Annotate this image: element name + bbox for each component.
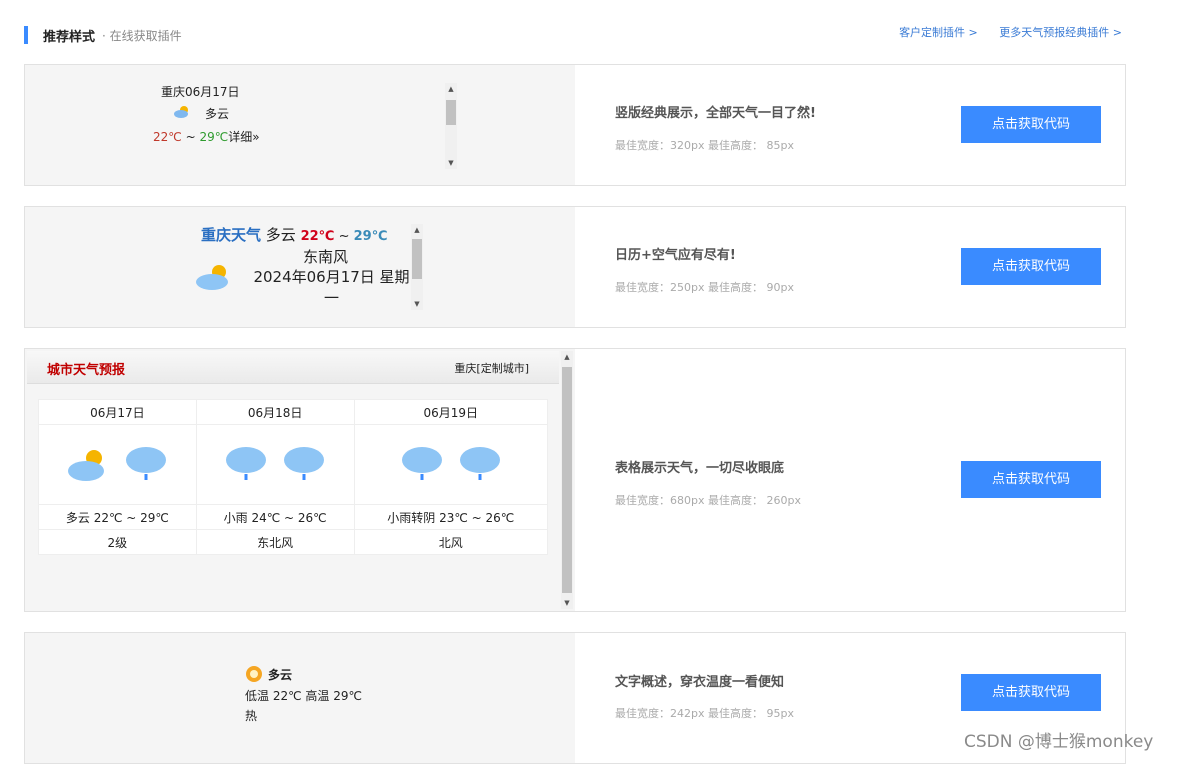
- widget-city-date: 重庆06月17日: [161, 85, 240, 99]
- rain-cloud-icon: [226, 447, 267, 480]
- forecast-desc: 多云 22℃ ~ 29℃: [38, 504, 197, 530]
- forecast-icons: [195, 424, 355, 505]
- widget-weather: 多云: [265, 226, 296, 244]
- plugin-title: 竖版经典展示，全部天气一目了然!: [615, 106, 816, 121]
- scroll-down-arrow[interactable]: ▼: [561, 597, 573, 609]
- watermark: CSDN @博士猴monkey: [964, 732, 1154, 752]
- forecast-wind: 2级: [38, 529, 197, 555]
- widget-date: 2024年06月17日 星期一: [253, 268, 410, 307]
- temp-separator: ~: [334, 229, 354, 244]
- section-header: 推荐样式 · 在线获取插件 客户定制插件 > 更多天气预报经典插件 >: [24, 24, 1134, 46]
- plugin-title: 日历+空气应有尽有!: [615, 248, 736, 263]
- scroll-thumb[interactable]: [412, 239, 422, 279]
- plugin-preview: 多云 低温 22℃ 高温 29℃ 热: [25, 633, 575, 763]
- forecast-desc: 小雨转阴 23℃ ~ 26℃: [353, 504, 548, 530]
- rain-cloud-icon: [284, 447, 325, 480]
- low-temp: 22℃: [153, 130, 182, 144]
- scroll-thumb[interactable]: [562, 367, 572, 593]
- plugin-preview: 城市天气预报 重庆[定制城市] 06月17日 06月18日 06月19日 多云 …: [25, 349, 575, 611]
- low-temp: 22℃: [300, 229, 335, 244]
- forecast-date: 06月19日: [353, 399, 548, 425]
- more-plugins-link[interactable]: 更多天气预报经典插件 >: [999, 26, 1122, 39]
- header-accent-bar: [24, 26, 28, 44]
- forecast-date: 06月17日: [38, 399, 197, 425]
- plugin-title: 表格展示天气，一切尽收眼底: [615, 461, 785, 476]
- widget-temps: 低温 22℃ 高温 29℃: [245, 689, 362, 703]
- rain-cloud-icon: [459, 447, 500, 480]
- sun-cloud-icon: [246, 666, 262, 682]
- forecast-icons: [353, 424, 548, 505]
- custom-plugin-link[interactable]: 客户定制插件 >: [899, 26, 978, 39]
- section-subtitle: · 在线获取插件: [102, 29, 182, 43]
- forecast-wind: 北风: [353, 529, 548, 555]
- widget-weather: 多云: [205, 107, 230, 121]
- widget-headline: 重庆天气 多云 22℃ ~ 29℃: [201, 224, 387, 245]
- partly-cloudy-icon: [68, 450, 105, 481]
- table-row-desc: 多云 22℃ ~ 29℃ 小雨 24℃ ~ 26℃ 小雨转阴 23℃ ~ 26℃: [38, 504, 548, 530]
- widget-header: 城市天气预报 重庆[定制城市]: [27, 351, 559, 384]
- plugin-card-vertical: 重庆06月17日 多云 22℃ ~ 29℃详细» ▲ ▼ 竖版经典展示，全部天气…: [24, 64, 1126, 186]
- scroll-thumb[interactable]: [446, 100, 456, 125]
- widget-wind: 东南风: [303, 248, 349, 266]
- plugin-size: 最佳宽度：242px 最佳高度： 95px: [615, 707, 794, 720]
- table-row-icons: [38, 424, 548, 505]
- forecast-icons: [38, 424, 197, 505]
- plugin-card-text: 多云 低温 22℃ 高温 29℃ 热 文字概述，穿衣温度一看便知 最佳宽度：24…: [24, 632, 1126, 764]
- weather-widget-table: 城市天气预报 重庆[定制城市] 06月17日 06月18日 06月19日 多云 …: [27, 351, 559, 609]
- custom-city-link[interactable]: 重庆[定制城市]: [454, 360, 529, 376]
- plugin-size: 最佳宽度：680px 最佳高度： 260px: [615, 494, 801, 507]
- high-temp: 29℃: [353, 229, 388, 244]
- plugin-title: 文字概述，穿衣温度一看便知: [615, 675, 785, 690]
- forecast-wind: 东北风: [195, 529, 355, 555]
- rain-cloud-icon: [126, 447, 167, 480]
- high-temp: 29℃: [199, 130, 229, 144]
- plugin-card-calendar: 重庆天气 多云 22℃ ~ 29℃ 东南风 2024年06月17日 星期一 ▲ …: [24, 206, 1126, 328]
- scroll-down-arrow[interactable]: ▼: [445, 157, 457, 169]
- get-code-button[interactable]: 点击获取代码: [961, 674, 1101, 711]
- scroll-up-arrow[interactable]: ▲: [411, 224, 423, 236]
- plugin-size: 最佳宽度：250px 最佳高度： 90px: [615, 281, 794, 294]
- forecast-desc: 小雨 24℃ ~ 26℃: [195, 504, 355, 530]
- get-code-button[interactable]: 点击获取代码: [961, 461, 1101, 498]
- get-code-button[interactable]: 点击获取代码: [961, 248, 1101, 285]
- table-row-dates: 06月17日 06月18日 06月19日: [38, 399, 548, 425]
- scroll-down-arrow[interactable]: ▼: [411, 298, 423, 310]
- get-code-button[interactable]: 点击获取代码: [961, 106, 1101, 143]
- forecast-table: 06月17日 06月18日 06月19日 多云 22℃ ~ 29℃ 小雨 24℃…: [38, 399, 548, 555]
- widget-temperature: 22℃ ~ 29℃详细»: [153, 128, 260, 145]
- scroll-up-arrow[interactable]: ▲: [445, 83, 457, 95]
- plugin-preview: 重庆天气 多云 22℃ ~ 29℃ 东南风 2024年06月17日 星期一 ▲ …: [25, 207, 575, 327]
- widget-city: 重庆天气: [201, 226, 262, 244]
- temp-separator: ~: [181, 130, 200, 144]
- header-links: 客户定制插件 > 更多天气预报经典插件 >: [881, 24, 1122, 40]
- partly-cloudy-icon: [174, 106, 188, 118]
- plugin-preview: 重庆06月17日 多云 22℃ ~ 29℃详细» ▲ ▼: [25, 65, 575, 185]
- detail-link[interactable]: 详细»: [228, 130, 259, 144]
- widget-weather: 多云: [268, 668, 293, 682]
- rain-cloud-icon: [401, 447, 442, 480]
- forecast-date: 06月18日: [195, 399, 355, 425]
- widget-scrollbar[interactable]: ▲ ▼: [561, 351, 573, 609]
- widget-scrollbar[interactable]: ▲ ▼: [411, 224, 423, 310]
- partly-cloudy-icon: [196, 265, 228, 290]
- widget-heading: 城市天气预报: [47, 363, 126, 378]
- table-row-wind: 2级 东北风 北风: [38, 529, 548, 555]
- scroll-up-arrow[interactable]: ▲: [561, 351, 573, 363]
- widget-feel: 热: [245, 709, 258, 723]
- plugin-card-table: 城市天气预报 重庆[定制城市] 06月17日 06月18日 06月19日 多云 …: [24, 348, 1126, 612]
- widget-scrollbar[interactable]: ▲ ▼: [445, 83, 457, 169]
- plugin-size: 最佳宽度：320px 最佳高度： 85px: [615, 139, 794, 152]
- section-title: 推荐样式: [43, 30, 96, 45]
